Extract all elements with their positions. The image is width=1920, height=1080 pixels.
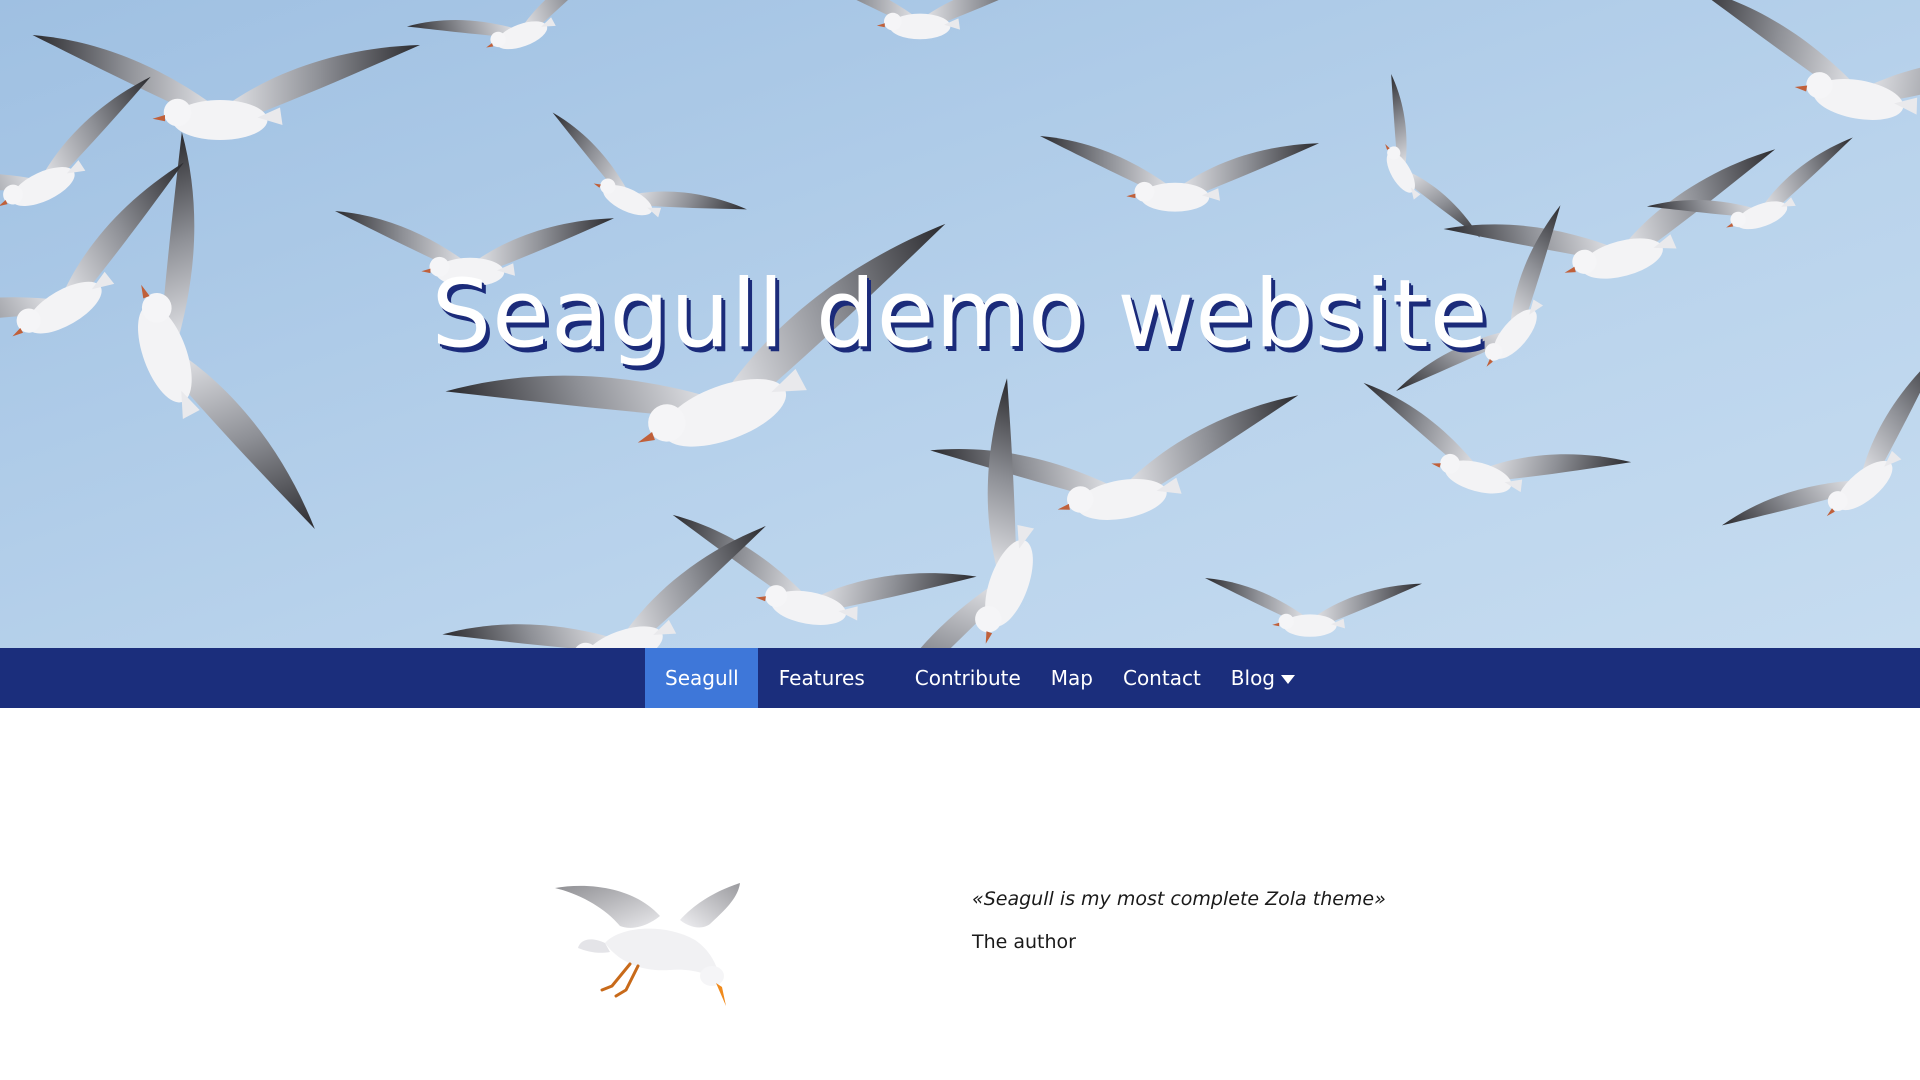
nav-item-contact[interactable]: Contact: [1108, 648, 1216, 708]
testimonial-author: The author: [972, 931, 1076, 953]
nav-item-label: Map: [1050, 666, 1093, 690]
nav-item-seagull[interactable]: Seagull: [645, 648, 758, 708]
seagull-illustration: [555, 883, 740, 1006]
nav-item-label: Contact: [1122, 666, 1201, 690]
nav-item-map[interactable]: Map: [1036, 648, 1108, 708]
nav-item-features[interactable]: Features: [758, 648, 900, 708]
main-navbar: Seagull Features Contribute Map Contact …: [0, 648, 1920, 708]
nav-item-label: Seagull: [665, 666, 739, 690]
main-content: «Seagull is my most complete Zola theme»…: [0, 708, 1920, 1080]
nav-menu: Seagull Features Contribute Map Contact …: [645, 648, 1310, 708]
testimonial: «Seagull is my most complete Zola theme»…: [972, 885, 1572, 956]
nav-item-label: Blog: [1230, 666, 1276, 690]
nav-item-label: Features: [778, 666, 865, 690]
hero-banner: Seagull demo website: [0, 0, 1920, 648]
site-title: Seagull demo website: [431, 260, 1489, 369]
nav-item-label: Contribute: [914, 666, 1021, 690]
testimonial-quote: «Seagull is my most complete Zola theme»: [972, 888, 1386, 910]
nav-item-contribute[interactable]: Contribute: [900, 648, 1036, 708]
nav-item-blog[interactable]: Blog: [1216, 648, 1310, 708]
caret-down-icon: [1281, 674, 1296, 684]
